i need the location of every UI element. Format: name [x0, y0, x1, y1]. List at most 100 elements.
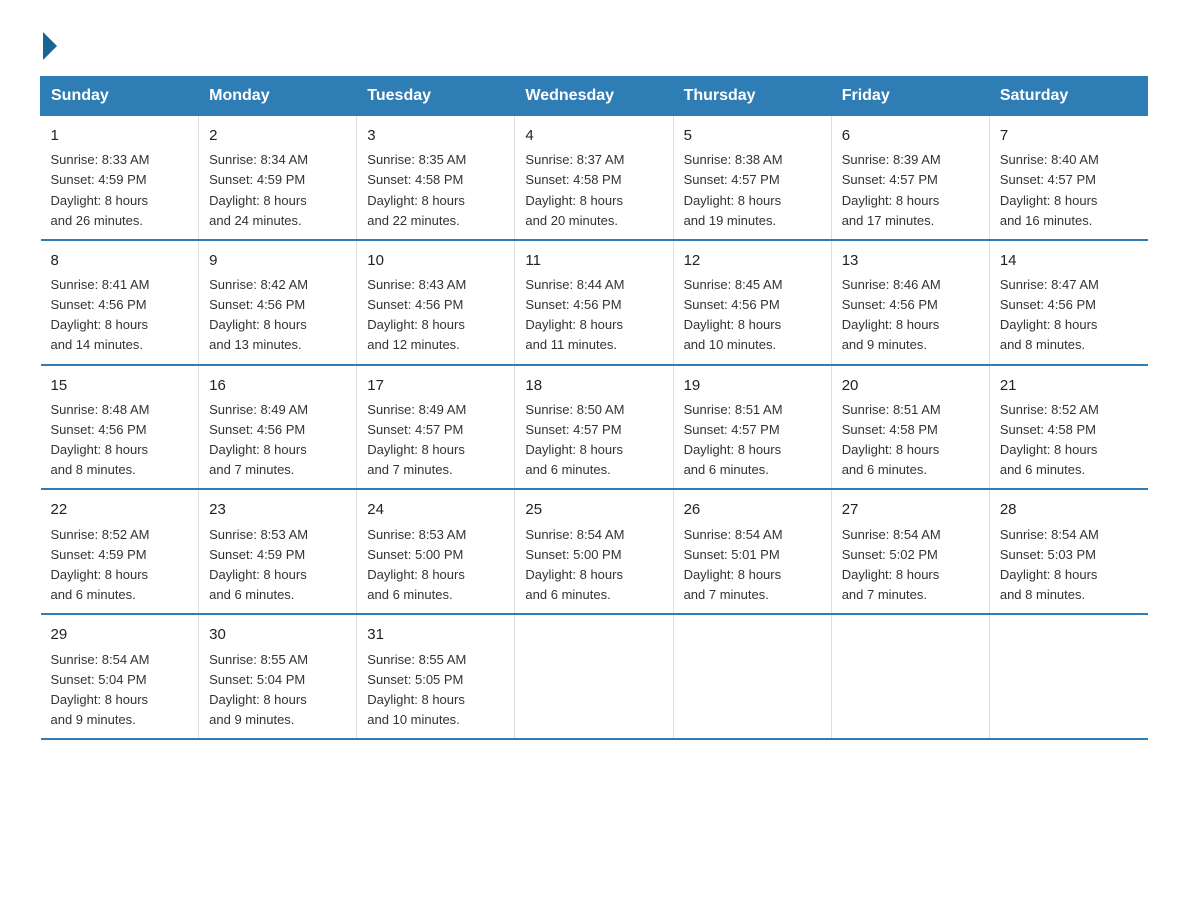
calendar-cell: 23Sunrise: 8:53 AMSunset: 4:59 PMDayligh… [199, 489, 357, 614]
day-number: 28 [1000, 498, 1138, 521]
day-info: Sunrise: 8:47 AMSunset: 4:56 PMDaylight:… [1000, 275, 1138, 356]
calendar-cell: 19 Sunrise: 8:51 AMSunset: 4:57 PMDayligh… [673, 365, 831, 490]
day-info: Sunrise: 8:54 AMSunset: 5:03 PMDaylight:… [1000, 525, 1138, 606]
calendar-table: SundayMondayTuesdayWednesdayThursdayFrid… [40, 76, 1148, 740]
day-info: Sunrise: 8:49 AMSunset: 4:56 PMDaylight:… [209, 400, 346, 481]
calendar-cell: 3 Sunrise: 8:35 AMSunset: 4:58 PMDaylight… [357, 116, 515, 240]
day-number: 2 [209, 124, 346, 147]
day-info: Sunrise: 8:46 AMSunset: 4:56 PMDaylight:… [842, 275, 979, 356]
day-number: 26 [684, 498, 821, 521]
calendar-cell: 7Sunrise: 8:40 AMSunset: 4:57 PMDaylight… [989, 116, 1147, 240]
day-info: Sunrise: 8:50 AMSunset: 4:57 PMDaylight:… [525, 400, 662, 481]
day-number: 18 [525, 374, 662, 397]
day-number: 11 [525, 249, 662, 272]
day-number: 20 [842, 374, 979, 397]
calendar-header-row: SundayMondayTuesdayWednesdayThursdayFrid… [41, 77, 1148, 116]
day-number: 13 [842, 249, 979, 272]
day-number: 1 [51, 124, 189, 147]
day-number: 19 [684, 374, 821, 397]
calendar-header-wednesday: Wednesday [515, 77, 673, 116]
calendar-header-monday: Monday [199, 77, 357, 116]
day-info: Sunrise: 8:33 AMSunset: 4:59 PMDaylight:… [51, 150, 189, 231]
day-info: Sunrise: 8:51 AMSunset: 4:57 PMDaylight:… [684, 400, 821, 481]
calendar-cell: 20 Sunrise: 8:51 AMSunset: 4:58 PMDayligh… [831, 365, 989, 490]
calendar-cell [831, 614, 989, 739]
day-info: Sunrise: 8:55 AMSunset: 5:05 PMDaylight:… [367, 650, 504, 731]
day-number: 25 [525, 498, 662, 521]
calendar-cell: 16 Sunrise: 8:49 AMSunset: 4:56 PMDayligh… [199, 365, 357, 490]
day-info: Sunrise: 8:52 AMSunset: 4:58 PMDaylight:… [1000, 400, 1138, 481]
day-number: 29 [51, 623, 189, 646]
calendar-cell: 2 Sunrise: 8:34 AMSunset: 4:59 PMDaylight… [199, 116, 357, 240]
calendar-header-saturday: Saturday [989, 77, 1147, 116]
calendar-cell: 22Sunrise: 8:52 AMSunset: 4:59 PMDayligh… [41, 489, 199, 614]
day-info: Sunrise: 8:55 AMSunset: 5:04 PMDaylight:… [209, 650, 346, 731]
calendar-week-row: 15 Sunrise: 8:48 AMSunset: 4:56 PMDayligh… [41, 365, 1148, 490]
calendar-week-row: 1 Sunrise: 8:33 AMSunset: 4:59 PMDaylight… [41, 116, 1148, 240]
calendar-cell: 27 Sunrise: 8:54 AMSunset: 5:02 PMDayligh… [831, 489, 989, 614]
day-number: 16 [209, 374, 346, 397]
calendar-cell: 31 Sunrise: 8:55 AMSunset: 5:05 PMDayligh… [357, 614, 515, 739]
calendar-cell [989, 614, 1147, 739]
day-number: 3 [367, 124, 504, 147]
calendar-cell: 21 Sunrise: 8:52 AMSunset: 4:58 PMDayligh… [989, 365, 1147, 490]
calendar-week-row: 8 Sunrise: 8:41 AMSunset: 4:56 PMDaylight… [41, 240, 1148, 365]
day-info: Sunrise: 8:52 AMSunset: 4:59 PMDaylight:… [51, 525, 189, 606]
calendar-cell: 18 Sunrise: 8:50 AMSunset: 4:57 PMDayligh… [515, 365, 673, 490]
day-info: Sunrise: 8:51 AMSunset: 4:58 PMDaylight:… [842, 400, 979, 481]
day-number: 10 [367, 249, 504, 272]
day-number: 14 [1000, 249, 1138, 272]
day-info: Sunrise: 8:53 AMSunset: 5:00 PMDaylight:… [367, 525, 504, 606]
day-info: Sunrise: 8:37 AMSunset: 4:58 PMDaylight:… [525, 150, 662, 231]
day-info: Sunrise: 8:48 AMSunset: 4:56 PMDaylight:… [51, 400, 189, 481]
day-info: Sunrise: 8:44 AMSunset: 4:56 PMDaylight:… [525, 275, 662, 356]
day-info: Sunrise: 8:41 AMSunset: 4:56 PMDaylight:… [51, 275, 189, 356]
calendar-cell: 6 Sunrise: 8:39 AMSunset: 4:57 PMDaylight… [831, 116, 989, 240]
day-info: Sunrise: 8:54 AMSunset: 5:04 PMDaylight:… [51, 650, 189, 731]
calendar-header-tuesday: Tuesday [357, 77, 515, 116]
calendar-cell [515, 614, 673, 739]
calendar-cell: 1 Sunrise: 8:33 AMSunset: 4:59 PMDaylight… [41, 116, 199, 240]
calendar-cell: 9 Sunrise: 8:42 AMSunset: 4:56 PMDaylight… [199, 240, 357, 365]
day-number: 15 [51, 374, 189, 397]
calendar-cell: 8 Sunrise: 8:41 AMSunset: 4:56 PMDaylight… [41, 240, 199, 365]
day-info: Sunrise: 8:34 AMSunset: 4:59 PMDaylight:… [209, 150, 346, 231]
day-info: Sunrise: 8:49 AMSunset: 4:57 PMDaylight:… [367, 400, 504, 481]
calendar-cell: 15 Sunrise: 8:48 AMSunset: 4:56 PMDayligh… [41, 365, 199, 490]
calendar-cell [673, 614, 831, 739]
day-number: 24 [367, 498, 504, 521]
day-number: 9 [209, 249, 346, 272]
day-info: Sunrise: 8:39 AMSunset: 4:57 PMDaylight:… [842, 150, 979, 231]
calendar-cell: 13 Sunrise: 8:46 AMSunset: 4:56 PMDayligh… [831, 240, 989, 365]
calendar-cell: 25 Sunrise: 8:54 AMSunset: 5:00 PMDayligh… [515, 489, 673, 614]
day-info: Sunrise: 8:43 AMSunset: 4:56 PMDaylight:… [367, 275, 504, 356]
day-number: 12 [684, 249, 821, 272]
day-number: 30 [209, 623, 346, 646]
calendar-cell: 4Sunrise: 8:37 AMSunset: 4:58 PMDaylight… [515, 116, 673, 240]
calendar-cell: 12 Sunrise: 8:45 AMSunset: 4:56 PMDayligh… [673, 240, 831, 365]
calendar-cell: 14 Sunrise: 8:47 AMSunset: 4:56 PMDayligh… [989, 240, 1147, 365]
day-info: Sunrise: 8:54 AMSunset: 5:00 PMDaylight:… [525, 525, 662, 606]
day-info: Sunrise: 8:42 AMSunset: 4:56 PMDaylight:… [209, 275, 346, 356]
day-info: Sunrise: 8:45 AMSunset: 4:56 PMDaylight:… [684, 275, 821, 356]
day-number: 8 [51, 249, 189, 272]
day-number: 27 [842, 498, 979, 521]
calendar-cell: 26Sunrise: 8:54 AMSunset: 5:01 PMDayligh… [673, 489, 831, 614]
day-info: Sunrise: 8:53 AMSunset: 4:59 PMDaylight:… [209, 525, 346, 606]
day-info: Sunrise: 8:35 AMSunset: 4:58 PMDaylight:… [367, 150, 504, 231]
calendar-cell: 17 Sunrise: 8:49 AMSunset: 4:57 PMDayligh… [357, 365, 515, 490]
logo [40, 30, 57, 56]
calendar-cell: 5Sunrise: 8:38 AMSunset: 4:57 PMDaylight… [673, 116, 831, 240]
calendar-cell: 11 Sunrise: 8:44 AMSunset: 4:56 PMDayligh… [515, 240, 673, 365]
calendar-cell: 24 Sunrise: 8:53 AMSunset: 5:00 PMDayligh… [357, 489, 515, 614]
day-info: Sunrise: 8:40 AMSunset: 4:57 PMDaylight:… [1000, 150, 1138, 231]
calendar-week-row: 29 Sunrise: 8:54 AMSunset: 5:04 PMDayligh… [41, 614, 1148, 739]
day-number: 31 [367, 623, 504, 646]
day-number: 21 [1000, 374, 1138, 397]
day-info: Sunrise: 8:54 AMSunset: 5:02 PMDaylight:… [842, 525, 979, 606]
calendar-cell: 29 Sunrise: 8:54 AMSunset: 5:04 PMDayligh… [41, 614, 199, 739]
day-number: 17 [367, 374, 504, 397]
calendar-header-sunday: Sunday [41, 77, 199, 116]
calendar-week-row: 22Sunrise: 8:52 AMSunset: 4:59 PMDayligh… [41, 489, 1148, 614]
day-number: 6 [842, 124, 979, 147]
